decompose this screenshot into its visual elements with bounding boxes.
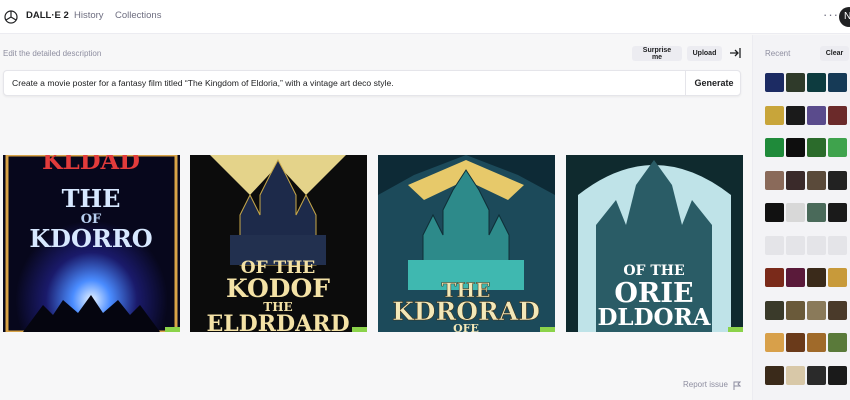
result-image-3[interactable]: THE KDRORAD OFE [378, 155, 555, 332]
recent-thumbnail[interactable] [765, 73, 784, 92]
nav-history-link[interactable]: History [74, 10, 104, 21]
surprise-me-button[interactable]: Surprise me [632, 46, 682, 61]
openai-logo-icon[interactable] [3, 9, 19, 25]
recent-thumbnail[interactable] [807, 203, 826, 222]
poster-3-line-3: OFE [453, 322, 479, 332]
recent-thumbnail[interactable] [765, 235, 784, 255]
recent-thumbnail[interactable] [765, 138, 784, 157]
result-image-2[interactable]: OF THE KODOF THE ELDRDARD [190, 155, 367, 332]
recent-thumbnail[interactable] [786, 138, 805, 157]
recent-label: Recent [765, 49, 791, 58]
recent-thumbnail[interactable] [786, 268, 805, 287]
recent-thumbnail[interactable] [786, 300, 805, 320]
recent-thumbnail[interactable] [765, 268, 784, 287]
recent-thumbnail[interactable] [807, 235, 826, 255]
recent-thumbnail[interactable] [828, 170, 847, 190]
upload-button[interactable]: Upload [687, 46, 722, 61]
recent-thumbnail[interactable] [828, 138, 847, 157]
recent-thumbnail[interactable] [828, 268, 847, 287]
result-image-4[interactable]: OF THE ORIE DLDORA [566, 155, 743, 332]
collapse-sidebar-icon[interactable] [728, 46, 742, 60]
poster-1-line-2: THE [62, 184, 121, 213]
recent-thumbnail[interactable] [828, 300, 847, 320]
recent-thumbnail[interactable] [828, 235, 847, 255]
recent-thumbnail[interactable] [807, 365, 826, 385]
recent-thumbnail[interactable] [828, 73, 847, 92]
recent-thumbnail[interactable] [765, 365, 784, 385]
recent-thumbnail[interactable] [765, 105, 784, 125]
recent-thumbnail[interactable] [807, 170, 826, 190]
recent-thumbnail[interactable] [807, 333, 826, 352]
recent-thumbnail[interactable] [807, 105, 826, 125]
clear-button[interactable]: Clear [820, 46, 849, 61]
recent-thumbnail[interactable] [786, 170, 805, 190]
brand-link[interactable]: DALL·E 2 [26, 10, 69, 21]
recent-sidebar: Recent Clear [752, 35, 850, 400]
poster-1-line-1: KLDAD [42, 155, 140, 175]
recent-thumbnail[interactable] [765, 170, 784, 190]
recent-thumbnail[interactable] [807, 300, 826, 320]
nav-collections-link[interactable]: Collections [115, 10, 161, 21]
recent-thumbnail[interactable] [807, 138, 826, 157]
main-area: Edit the detailed description Surprise m… [0, 35, 752, 400]
avatar[interactable]: N [839, 7, 850, 27]
results-grid: KLDAD THE OF KDORRO OF THE KODOF THE ELD… [0, 155, 752, 333]
divider [685, 71, 686, 95]
poster-1-line-4: KDORRO [29, 224, 152, 253]
result-image-1[interactable]: KLDAD THE OF KDORRO [3, 155, 180, 332]
recent-thumbnail[interactable] [786, 365, 805, 385]
report-issue-link[interactable]: Report issue [683, 380, 728, 389]
recent-thumbnail[interactable] [786, 203, 805, 222]
recent-thumbnail[interactable] [828, 365, 847, 385]
ellipsis-icon[interactable]: ··· [823, 7, 839, 22]
recent-thumbnail[interactable] [807, 268, 826, 287]
recent-thumbnail[interactable] [765, 333, 784, 352]
poster-2-line-2: KODOF [226, 274, 330, 303]
recent-thumbnail[interactable] [828, 105, 847, 125]
recent-thumbnail[interactable] [786, 105, 805, 125]
poster-4-line-1: OF THE [623, 263, 684, 279]
poster-2-line-4: ELDRDARD [206, 311, 349, 332]
recent-thumbnail[interactable] [828, 333, 847, 352]
prompt-text[interactable]: Create a movie poster for a fantasy film… [12, 78, 394, 88]
description-label: Edit the detailed description [3, 49, 102, 58]
prompt-input[interactable]: Create a movie poster for a fantasy film… [3, 70, 741, 96]
recent-thumbnail[interactable] [786, 73, 805, 92]
generate-button[interactable]: Generate [688, 74, 740, 92]
recent-thumbnail[interactable] [765, 203, 784, 222]
flag-icon[interactable] [733, 381, 741, 390]
recent-thumbnail[interactable] [765, 300, 784, 320]
top-bar: DALL·E 2 History Collections ··· N [0, 0, 850, 34]
recent-thumbnail[interactable] [828, 203, 847, 222]
poster-4-line-3: DLDORA [597, 304, 711, 331]
recent-thumbnail[interactable] [807, 73, 826, 92]
recent-thumbnail[interactable] [786, 333, 805, 352]
recent-thumbnail[interactable] [786, 235, 805, 255]
